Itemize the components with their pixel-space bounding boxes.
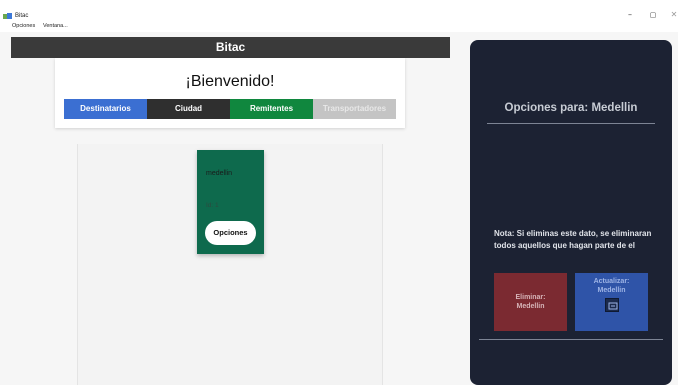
update-button-city: Medellin: [597, 287, 626, 294]
city-card: medellin Id: 1 Opciones: [197, 150, 264, 254]
menu-ventana[interactable]: Ventana...: [43, 23, 68, 29]
edit-icon: [604, 298, 619, 312]
minimize-button[interactable]: –: [623, 9, 637, 21]
panel-divider-bottom: [479, 339, 663, 340]
welcome-title: ¡Bienvenido!: [185, 73, 275, 90]
panel-divider: [487, 123, 655, 124]
window-titlebar: Bitac – ▢ ✕: [0, 0, 678, 22]
options-panel-title: Opciones para: Medellin: [504, 102, 638, 114]
delete-button-label: Eliminar:: [515, 294, 546, 301]
delete-button[interactable]: Eliminar: Medellin: [494, 273, 567, 331]
welcome-card: ¡Bienvenido! Destinatarios Ciudad Remite…: [55, 58, 405, 128]
options-button[interactable]: Opciones: [205, 221, 256, 245]
menu-opciones[interactable]: Opciones: [12, 23, 35, 29]
delete-button-city: Medellin: [516, 303, 545, 310]
app-icon: [3, 13, 12, 19]
tab-remitentes[interactable]: Remitentes: [230, 99, 313, 119]
menu-bar: Opciones Ventana...: [0, 22, 678, 32]
update-button-label: Actualizar:: [593, 278, 630, 285]
tab-ciudad[interactable]: Ciudad: [147, 99, 230, 119]
app-header: Bitac: [11, 37, 450, 58]
city-id: Id: 1: [206, 202, 219, 209]
maximize-button[interactable]: ▢: [646, 9, 660, 21]
city-name: medellin: [206, 170, 233, 177]
options-panel: Opciones para: Medellin Nota: Si elimina…: [470, 40, 672, 385]
tab-destinatarios[interactable]: Destinatarios: [64, 99, 147, 119]
delete-warning-note: Nota: Si eliminas este dato, se eliminar…: [494, 229, 652, 250]
window-title: Bitac: [15, 13, 29, 19]
close-button[interactable]: ✕: [667, 9, 678, 21]
tab-transportadores[interactable]: Transportadores: [313, 99, 396, 119]
update-button[interactable]: Actualizar: Medellin: [575, 273, 648, 331]
